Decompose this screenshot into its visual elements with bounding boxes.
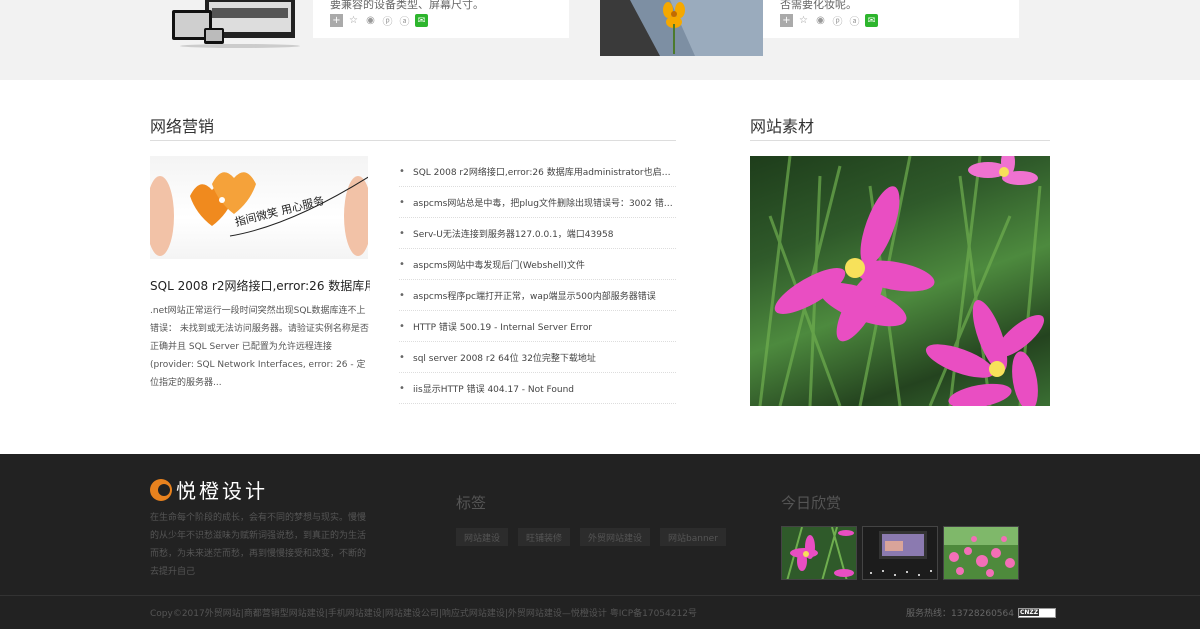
weibo-icon[interactable]: ◉ <box>814 14 827 27</box>
list-item[interactable]: • aspcms程序pc端打开正常，wap端显示500内部服务器错误 <box>399 280 676 311</box>
tag-list: 网站建设 旺铺装修 外贸网站建设 网站banner <box>456 528 726 546</box>
wechat-icon[interactable]: ✉ <box>865 14 878 27</box>
material-divider <box>750 140 1050 141</box>
renren-icon[interactable]: ⓐ <box>398 14 411 28</box>
star-icon[interactable]: ☆ <box>347 14 360 27</box>
featured-article-summary: .net网站正常运行一段时间突然出现SQL数据库连不上错误： 未找到或无法访问服… <box>150 306 369 388</box>
news-title[interactable]: sql server 2008 r2 64位 32位完整下载地址 <box>413 351 596 364</box>
today-gallery <box>781 526 1019 580</box>
news-title[interactable]: aspcms网站中毒发现后门(Webshell)文件 <box>413 258 585 271</box>
news-title[interactable]: HTTP 错误 500.19 - Internal Server Error <box>413 320 592 333</box>
plus-icon[interactable]: + <box>330 14 343 27</box>
case-card-2: 否需要化妆呢。 + ☆ ◉ ⓟ ⓐ ✉ <box>763 0 1019 38</box>
footer-about-text: 在生命每个阶段的成长，会有不同的梦想与现实。慢慢的从少年不识愁滋味为赋新词强说愁… <box>150 513 367 577</box>
bullet-icon: • <box>399 165 405 177</box>
bullet-icon: • <box>399 289 405 301</box>
tag-link[interactable]: 旺铺装修 <box>518 528 571 546</box>
case-card-blurb: 要兼容的设备类型、屏幕尺寸。 <box>330 0 484 11</box>
news-list: • SQL 2008 r2网络接口,error:26 数据库用administra… <box>399 156 676 404</box>
list-item[interactable]: • Serv-U无法连接到服务器127.0.0.1，端口43958 <box>399 218 676 249</box>
news-title[interactable]: aspcms程序pc端打开正常，wap端显示500内部服务器错误 <box>413 289 656 302</box>
list-item[interactable]: • aspcms网站总是中毒，把plug文件删除出现错误号：3002 错误... <box>399 187 676 218</box>
gallery-thumbnail[interactable] <box>862 526 938 580</box>
news-title[interactable]: iis显示HTTP 错误 404.17 - Not Found <box>413 382 574 395</box>
list-item[interactable]: • SQL 2008 r2网络接口,error:26 数据库用administra… <box>399 156 676 187</box>
gallery-thumbnail[interactable] <box>781 526 857 580</box>
bullet-icon: • <box>399 382 405 394</box>
wechat-icon[interactable]: ✉ <box>415 14 428 27</box>
list-item[interactable]: • iis显示HTTP 错误 404.17 - Not Found <box>399 373 676 404</box>
featured-article-image[interactable]: 指间微笑 用心服务 <box>150 156 368 259</box>
bullet-icon: • <box>399 196 405 208</box>
logo-mark-icon <box>150 478 172 501</box>
marketing-section-title[interactable]: 网络营销 <box>150 113 214 137</box>
bullet-icon: • <box>399 320 405 332</box>
cnzz-label: CNZZ <box>1019 609 1040 616</box>
bullet-icon: • <box>399 258 405 270</box>
marketing-divider <box>150 140 676 141</box>
share-row: + ☆ ◉ ⓟ ⓐ ✉ <box>330 14 428 28</box>
news-title[interactable]: aspcms网站总是中毒，把plug文件删除出现错误号：3002 错误... <box>413 196 676 209</box>
heart-service-illustration: 指间微笑 用心服务 <box>150 172 368 256</box>
logo-text: 悦橙设计 <box>176 479 268 503</box>
footer-divider <box>0 595 1200 596</box>
hotline-text: 服务热线：13728260564 <box>906 609 1014 619</box>
list-item[interactable]: • HTTP 错误 500.19 - Internal Server Error <box>399 311 676 342</box>
gallery-heading: 今日欣赏 <box>781 494 842 512</box>
gallery-thumbnail[interactable] <box>943 526 1019 580</box>
device-mockup-thumbnail[interactable] <box>160 0 310 48</box>
plus-icon[interactable]: + <box>780 14 793 27</box>
renren-icon[interactable]: ⓐ <box>848 14 861 28</box>
tag-link[interactable]: 外贸网站建设 <box>580 528 651 546</box>
pink-lily-photo[interactable] <box>750 156 1050 406</box>
case-card-blurb: 否需要化妆呢。 <box>780 0 857 11</box>
case-card-1: 要兼容的设备类型、屏幕尺寸。 + ☆ ◉ ⓟ ⓐ ✉ <box>313 0 569 38</box>
list-item[interactable]: • aspcms网站中毒发现后门(Webshell)文件 <box>399 249 676 280</box>
footer-logo[interactable]: 悦橙设计 <box>150 475 268 504</box>
bullet-icon: • <box>399 351 405 363</box>
tag-link[interactable]: 网站banner <box>660 528 726 546</box>
weibo-icon[interactable]: ◉ <box>364 14 377 27</box>
news-title[interactable]: Serv-U无法连接到服务器127.0.0.1，端口43958 <box>413 227 613 240</box>
share-row: + ☆ ◉ ⓟ ⓐ ✉ <box>780 14 878 28</box>
star-icon[interactable]: ☆ <box>797 14 810 27</box>
hotline: 服务热线：13728260564 CNZZ <box>906 606 1056 619</box>
list-item[interactable]: • sql server 2008 r2 64位 32位完整下载地址 <box>399 342 676 373</box>
tags-heading: 标签 <box>456 494 487 512</box>
flower-denim-thumbnail[interactable] <box>600 0 763 56</box>
pinterest-icon[interactable]: ⓟ <box>381 14 394 28</box>
bullet-icon: • <box>399 227 405 239</box>
cnzz-stat-badge[interactable]: CNZZ <box>1018 607 1056 618</box>
tag-link[interactable]: 网站建设 <box>456 528 509 546</box>
featured-article-title[interactable]: SQL 2008 r2网络接口,error:26 数据库用... <box>150 277 370 294</box>
pinterest-icon[interactable]: ⓟ <box>831 14 844 28</box>
material-section-title[interactable]: 网站素材 <box>750 113 814 137</box>
copyright-text: Copy©2017外贸网站|商都营销型网站建设|手机网站建设|网站建设公司|响应… <box>150 609 697 619</box>
news-title[interactable]: SQL 2008 r2网络接口,error:26 数据库用administrat… <box>413 165 676 178</box>
